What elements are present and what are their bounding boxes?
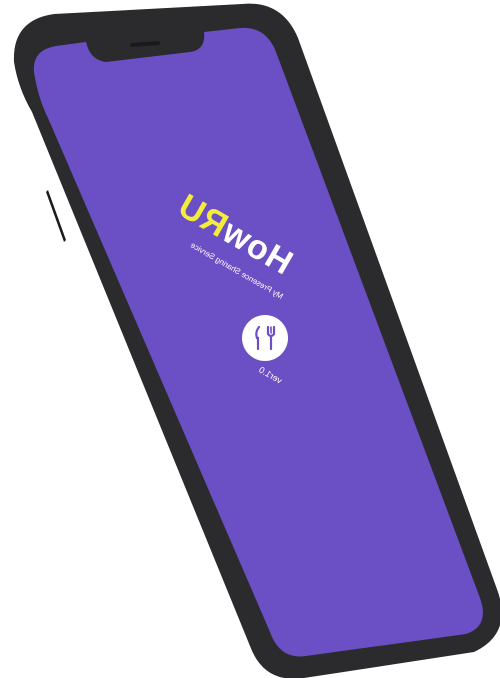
- fork-knife-icon: [255, 325, 276, 351]
- device-mockup: HowRU My Presence Sharing Service ver1.0: [0, 0, 500, 678]
- app-icon-badge: [242, 315, 288, 361]
- side-button: [46, 190, 66, 242]
